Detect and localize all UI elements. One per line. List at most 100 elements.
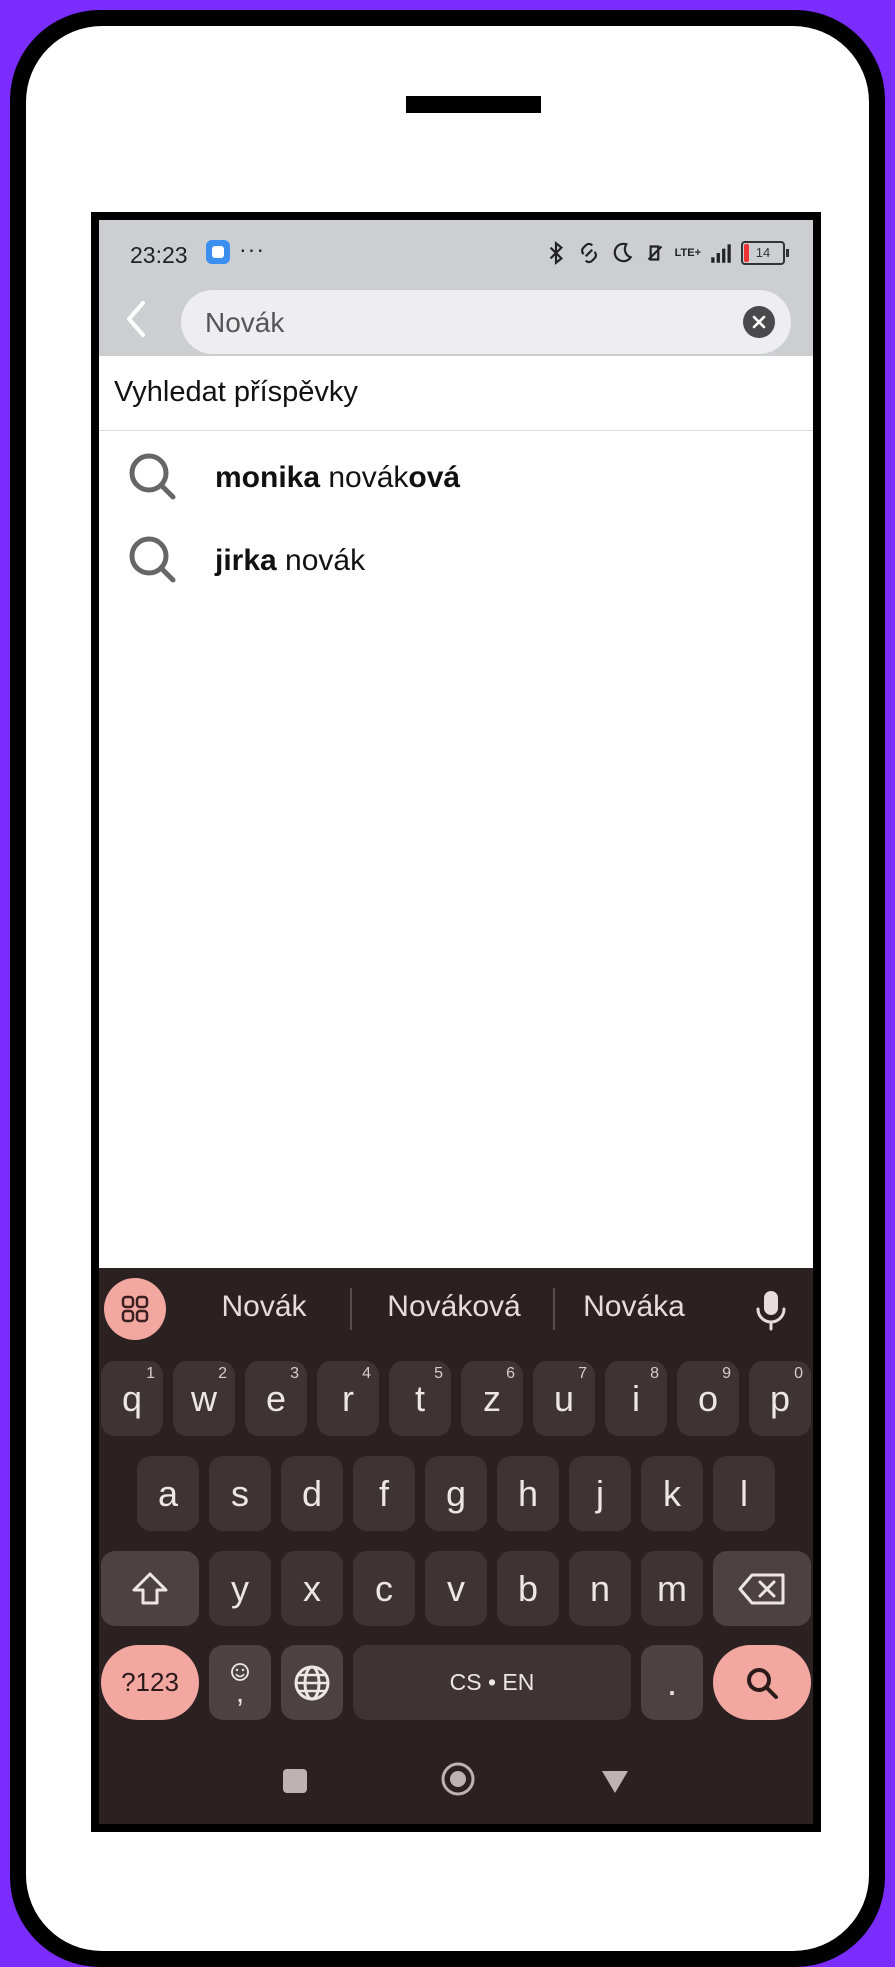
- search-input[interactable]: [203, 302, 727, 344]
- search-icon: [747, 1667, 778, 1699]
- key-label: p: [769, 1377, 791, 1419]
- key-z[interactable]: z6: [461, 1361, 523, 1436]
- status-icons: LTE+ 14: [543, 238, 789, 268]
- key-label: c: [375, 1567, 393, 1609]
- key-y[interactable]: y: [209, 1551, 271, 1626]
- shift-key[interactable]: [101, 1551, 199, 1626]
- clear-search-button[interactable]: [743, 306, 775, 338]
- key-number: 9: [722, 1365, 731, 1382]
- key-w[interactable]: w2: [173, 1361, 235, 1436]
- key-label: v: [447, 1567, 465, 1609]
- key-label: w: [191, 1377, 217, 1419]
- key-s[interactable]: s: [209, 1456, 271, 1531]
- emoji-comma-key[interactable]: ,: [209, 1645, 271, 1720]
- space-label: CS • EN: [449, 1669, 535, 1695]
- search-icon: [129, 453, 176, 500]
- nav-back-button[interactable]: [600, 1769, 630, 1795]
- key-label: l: [740, 1472, 748, 1514]
- microphone-icon[interactable]: [751, 1288, 791, 1332]
- globe-icon: [294, 1665, 330, 1700]
- key-number: 0: [794, 1365, 803, 1382]
- back-button[interactable]: [113, 294, 159, 344]
- key-number: 2: [218, 1365, 227, 1382]
- key-label: y: [231, 1567, 249, 1609]
- period-key[interactable]: .: [641, 1645, 703, 1720]
- key-j[interactable]: j: [569, 1456, 631, 1531]
- chevron-left-icon: [127, 301, 145, 337]
- key-a[interactable]: a: [137, 1456, 199, 1531]
- moon-icon: [613, 242, 632, 263]
- key-n[interactable]: n: [569, 1551, 631, 1626]
- screen: 23:23 ··· LTE+ 14 Novák Vyhledat příspěv…: [99, 220, 813, 1824]
- key-r[interactable]: r4: [317, 1361, 379, 1436]
- key-b[interactable]: b: [497, 1551, 559, 1626]
- keyboard: Novák Nováková Nováka q1 w2 e3 r4 t5 z6 …: [99, 1268, 813, 1824]
- key-x[interactable]: x: [281, 1551, 343, 1626]
- phone-speaker: [406, 96, 541, 113]
- key-label: r: [342, 1377, 354, 1419]
- recents-button[interactable]: [283, 1769, 307, 1793]
- suggestion-item[interactable]: monika nováková: [99, 435, 813, 517]
- key-number: 8: [650, 1365, 659, 1382]
- key-label: o: [697, 1377, 719, 1419]
- suggestion-bold-suffix: ová: [408, 461, 461, 494]
- search-posts-row[interactable]: Vyhledat příspěvky: [99, 356, 813, 431]
- key-t[interactable]: t5: [389, 1361, 451, 1436]
- key-label: j: [596, 1472, 604, 1514]
- key-c[interactable]: c: [353, 1551, 415, 1626]
- vibrate-off-icon: [647, 245, 662, 261]
- suggestion-divider: [350, 1288, 352, 1330]
- language-key[interactable]: [281, 1645, 343, 1720]
- system-nav-bar: [99, 1743, 813, 1824]
- suggestion-text: monika nováková: [215, 461, 460, 495]
- key-label: b: [517, 1567, 539, 1609]
- key-k[interactable]: k: [641, 1456, 703, 1531]
- key-u[interactable]: u7: [533, 1361, 595, 1436]
- network-label: LTE+: [674, 247, 701, 259]
- key-h[interactable]: h: [497, 1456, 559, 1531]
- suggestion-text: jirka novák: [215, 544, 365, 578]
- key-g[interactable]: g: [425, 1456, 487, 1531]
- key-l[interactable]: l: [713, 1456, 775, 1531]
- key-number: 5: [434, 1365, 443, 1382]
- key-q[interactable]: q1: [101, 1361, 163, 1436]
- grid-icon: [121, 1295, 149, 1323]
- key-v[interactable]: v: [425, 1551, 487, 1626]
- link-icon: [580, 242, 597, 264]
- search-field[interactable]: [181, 290, 791, 354]
- key-label: e: [265, 1377, 287, 1419]
- key-d[interactable]: d: [281, 1456, 343, 1531]
- more-notifications: ···: [239, 236, 265, 262]
- suggestion-item[interactable]: jirka novák: [99, 518, 813, 600]
- word-suggestion[interactable]: Nováková: [369, 1290, 539, 1324]
- word-suggestion[interactable]: Nováka: [569, 1290, 699, 1324]
- key-label: x: [303, 1567, 321, 1609]
- key-number: 7: [578, 1365, 587, 1382]
- keyboard-apps-button[interactable]: [104, 1278, 166, 1340]
- backspace-key[interactable]: [713, 1551, 811, 1626]
- key-number: 4: [362, 1365, 371, 1382]
- suggestion-divider: [553, 1288, 555, 1330]
- symbols-key[interactable]: ?123: [101, 1645, 199, 1720]
- key-m[interactable]: m: [641, 1551, 703, 1626]
- key-label: i: [632, 1377, 640, 1419]
- key-p[interactable]: p0: [749, 1361, 811, 1436]
- key-label: n: [589, 1567, 611, 1609]
- suggestion-plain: novák: [276, 544, 366, 577]
- key-e[interactable]: e3: [245, 1361, 307, 1436]
- keyboard-suggestion-bar: Novák Nováková Nováka: [99, 1268, 813, 1350]
- key-label: g: [445, 1472, 467, 1514]
- space-key[interactable]: CS • EN: [353, 1645, 631, 1720]
- close-icon: [752, 315, 766, 329]
- home-button[interactable]: [440, 1761, 476, 1797]
- key-i[interactable]: i8: [605, 1361, 667, 1436]
- search-key[interactable]: [713, 1645, 811, 1720]
- word-suggestion[interactable]: Novák: [199, 1290, 329, 1324]
- key-o[interactable]: o9: [677, 1361, 739, 1436]
- key-label: d: [301, 1472, 323, 1514]
- key-label: f: [378, 1472, 389, 1514]
- key-number: 3: [290, 1365, 299, 1382]
- key-f[interactable]: f: [353, 1456, 415, 1531]
- key-label: s: [231, 1472, 249, 1514]
- app-notification-icon: [206, 240, 230, 264]
